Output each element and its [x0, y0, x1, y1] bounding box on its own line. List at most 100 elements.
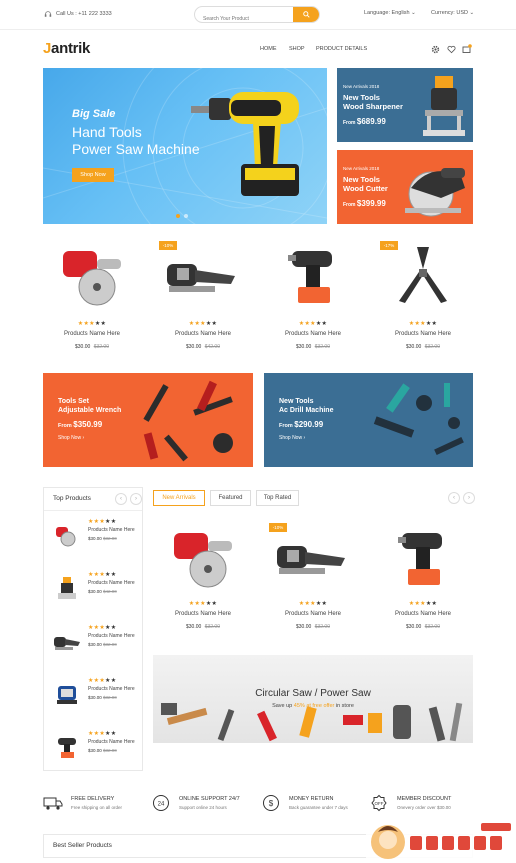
rating-stars: ★★★★★	[408, 601, 438, 607]
hero-line2: Power Saw Machine	[72, 141, 200, 157]
product-price: $30.00 $32.00	[296, 344, 330, 350]
language-select[interactable]: Language: English ⌄	[364, 10, 416, 16]
product-price: $30.00 $32.00	[406, 624, 440, 630]
nav-home[interactable]: HOME	[260, 46, 277, 52]
drill-image	[288, 251, 332, 303]
product-price: $30.00 $32.00	[296, 624, 330, 630]
logo[interactable]: Jantrik	[43, 40, 90, 57]
search-icon	[302, 11, 310, 18]
watermark-logo	[366, 820, 516, 863]
top-product-item[interactable]: ★★★★★ Products Name Here $30.00 $32.00	[52, 675, 142, 725]
product-card[interactable]: ★★★★★ Products Name Here $30.00 $32.00	[368, 240, 478, 350]
hero-shop-button[interactable]: Shop Now	[72, 168, 114, 182]
product-card[interactable]: ★★★★★ Products Name Here $30.00 $32.00	[368, 522, 478, 630]
drill-thumb	[58, 738, 76, 758]
best-seller-title: Best Seller Products	[53, 842, 112, 849]
feature-member-discount: OFF MEMBER DISCOUNT Onevery order over $…	[369, 793, 484, 815]
product-price: $30.00 $32.00	[186, 624, 220, 630]
promo-banner-drill[interactable]: New Tools Ac Drill Machine From $290.99 S…	[264, 373, 473, 467]
saw-banner-subtitle: Save up 45% at free offer in store	[272, 703, 354, 709]
chevron-down-icon: ⌄	[411, 10, 416, 16]
product-card[interactable]: ★★★★★ Products Name Here $30.00 $42.00	[148, 240, 258, 350]
prev-arrow-icon[interactable]: ‹	[115, 493, 127, 505]
slide-dot[interactable]	[184, 214, 188, 218]
promo-shop-link[interactable]: Shop Now ›	[58, 435, 84, 441]
top-product-item[interactable]: ★★★★★ Products Name Here $30.00 $32.00	[52, 728, 142, 778]
cordless-drill-image	[191, 92, 299, 196]
hero-pagination	[176, 214, 188, 218]
rating-stars: ★★★★★	[88, 572, 117, 578]
slide-dot[interactable]	[176, 214, 180, 218]
rating-stars: ★★★★★	[88, 731, 117, 737]
divider	[44, 510, 142, 511]
electric-planer-image	[277, 546, 345, 574]
circular-saw-banner[interactable]: Circular Saw / Power Saw Save up 45% at …	[153, 655, 473, 743]
headset-icon	[44, 11, 52, 17]
svg-text:OFF: OFF	[375, 801, 384, 806]
currency-select[interactable]: Currency: USD ⌄	[431, 10, 474, 16]
money-icon: $	[261, 793, 281, 813]
promo-shop-link[interactable]: Shop Now ›	[279, 435, 305, 441]
cart-icon[interactable]	[462, 44, 472, 54]
hero-banner[interactable]: Big Sale Hand Tools Power Saw Machine Sh…	[43, 68, 327, 224]
product-name: Products Name Here	[174, 331, 232, 337]
sander-thumb	[57, 686, 77, 704]
circular-saw-image	[405, 168, 465, 217]
tile-saw-image	[63, 251, 121, 306]
next-arrow-icon[interactable]: ›	[130, 493, 142, 505]
rating-stars: ★★★★★	[88, 678, 117, 684]
multitool-pliers-image	[399, 247, 447, 303]
router-thumb	[58, 577, 76, 599]
hero-tagline: Big Sale	[72, 108, 116, 120]
top-product-item[interactable]: ★★★★★ Products Name Here $30.00 $32.00	[52, 516, 142, 566]
top-products-title: Top Products	[53, 495, 91, 502]
rating-stars: ★★★★★	[298, 321, 328, 327]
rating-stars: ★★★★★	[298, 601, 328, 607]
rating-stars: ★★★★★	[88, 625, 117, 631]
top-bar: Call Us : +11 222 3333 Language: English…	[0, 0, 516, 30]
next-arrow-icon[interactable]: ›	[463, 492, 475, 504]
rating-stars: ★★★★★	[88, 519, 117, 525]
nav-product-details[interactable]: PRODUCT DETAILS	[316, 46, 367, 52]
nav-shop[interactable]: SHOP	[289, 46, 305, 52]
planer-thumb	[54, 637, 80, 650]
electric-planer-image	[167, 264, 235, 292]
product-name: Products Name Here	[284, 331, 342, 337]
product-name: Products Name Here	[394, 331, 452, 337]
side-banner-wood-cutter[interactable]: New Arrivals 2018 New Tools Wood Cutter …	[337, 150, 473, 224]
tile-saw-thumb	[56, 527, 76, 547]
search-button[interactable]	[293, 7, 319, 22]
svg-text:$: $	[269, 799, 274, 808]
drill-image	[398, 533, 442, 585]
product-price: $30.00 $42.00	[186, 344, 220, 350]
tab-new-arrivals[interactable]: New Arrivals	[153, 490, 205, 506]
top-product-item[interactable]: ★★★★★ Products Name Here $30.00 $42.00	[52, 569, 142, 619]
search-input[interactable]	[195, 11, 293, 22]
settings-icon[interactable]	[430, 44, 440, 54]
prev-arrow-icon[interactable]: ‹	[448, 492, 460, 504]
product-card[interactable]: ★★★★★ Products Name Here $30.00 $32.00	[258, 240, 368, 350]
top-product-item[interactable]: ★★★★★ Products Name Here $30.00 $32.00	[52, 622, 142, 672]
discount-badge: -17%	[380, 241, 398, 250]
heart-icon[interactable]	[446, 44, 456, 54]
phone-text: Call Us : +11 222 3333	[56, 11, 112, 17]
tools-set-image	[143, 380, 233, 462]
rating-stars: ★★★★★	[408, 321, 438, 327]
product-price: $30.00 $32.00	[75, 344, 109, 350]
top-products-box: Top Products ‹ › ★★★★★ Products Name Here $…	[43, 487, 143, 771]
side-banner-wood-sharpener[interactable]: New Arrivals 2018 New Tools Wood Sharpen…	[337, 68, 473, 142]
product-name: Products Name Here	[394, 611, 452, 617]
tile-saw-image	[174, 533, 232, 588]
discount-badge: -10%	[269, 523, 287, 532]
tab-featured[interactable]: Featured	[210, 490, 251, 506]
product-card[interactable]: ★★★★★ Products Name Here $30.00 $32.00	[148, 522, 258, 630]
clock-24-icon: 24	[151, 793, 171, 813]
feature-online-support: 24 ONLINE SUPPORT 24/7 Support online 24…	[151, 793, 266, 815]
product-card[interactable]: ★★★★★ Products Name Here $30.00 $32.00	[37, 240, 147, 350]
tab-top-rated[interactable]: Top Rated	[256, 490, 299, 506]
search-box	[194, 6, 320, 23]
product-card[interactable]: ★★★★★ Products Name Here $30.00 $32.00	[258, 522, 368, 630]
rating-stars: ★★★★★	[188, 321, 218, 327]
feature-free-delivery: FREE DELIVERY Free shipping on all order	[43, 793, 158, 815]
promo-banner-wrench[interactable]: Tools Set Adjustable Wrench From $350.99 …	[43, 373, 253, 467]
